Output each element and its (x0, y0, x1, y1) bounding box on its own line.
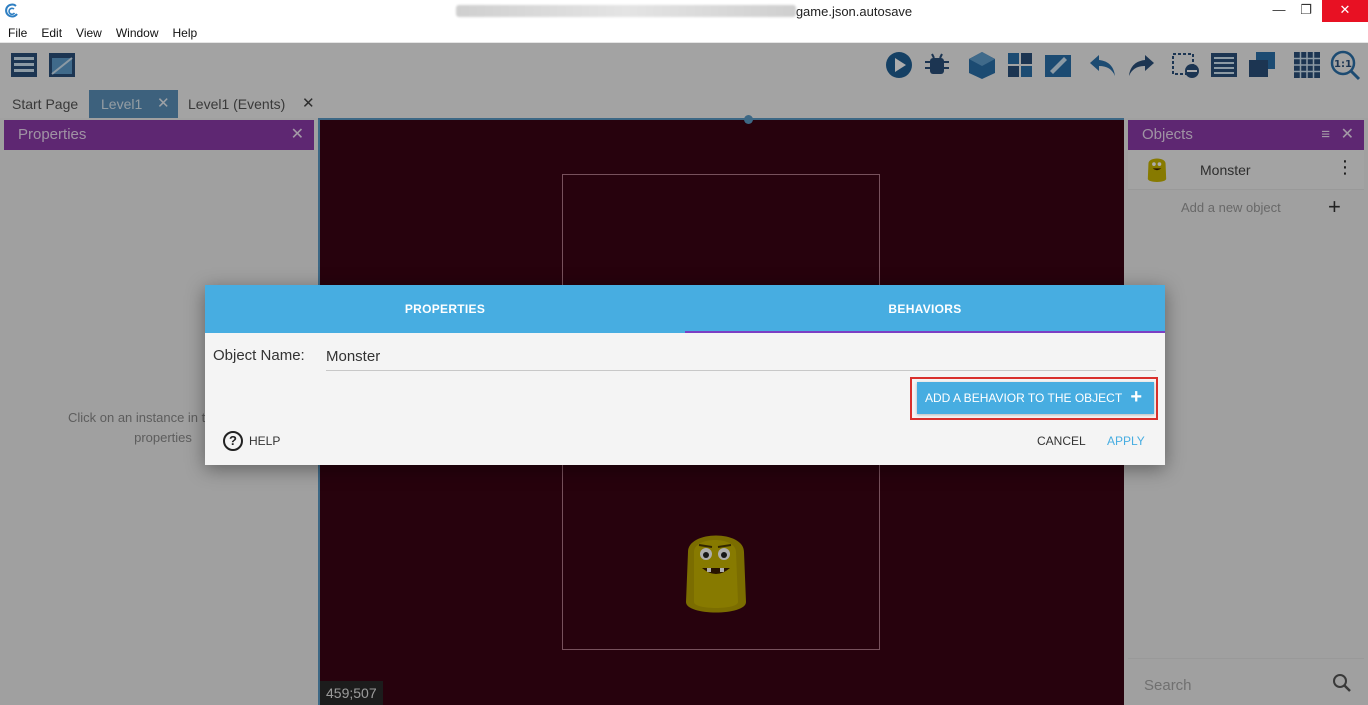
add-behavior-button[interactable]: ADD A BEHAVIOR TO THE OBJECT + (917, 382, 1154, 414)
dialog-tabs: PROPERTIES BEHAVIORS (205, 285, 1165, 333)
menu-bar: File Edit View Window Help (0, 22, 1368, 43)
object-name-label: Object Name: (213, 347, 305, 364)
menu-help[interactable]: Help (165, 22, 204, 40)
cancel-button[interactable]: CANCEL (1037, 434, 1086, 448)
blurred-path (455, 5, 796, 17)
active-tab-indicator (685, 331, 1165, 333)
menu-edit[interactable]: Edit (33, 22, 68, 40)
title-bar: game.json.autosave — ❐ ✕ (0, 0, 1368, 22)
menu-view[interactable]: View (68, 22, 108, 40)
menu-window[interactable]: Window (108, 22, 165, 40)
menu-file[interactable]: File (0, 22, 33, 40)
window-title: game.json.autosave (0, 4, 1368, 19)
apply-button[interactable]: APPLY (1107, 434, 1145, 448)
plus-icon: + (1130, 386, 1142, 408)
tab-behaviors[interactable]: BEHAVIORS (685, 285, 1165, 333)
object-name-input[interactable] (326, 343, 1156, 371)
object-editor-dialog: PROPERTIES BEHAVIORS Object Name: ADD A … (205, 285, 1165, 465)
close-window-button[interactable]: ✕ (1322, 0, 1368, 22)
help-icon: ? (223, 431, 243, 451)
tab-properties[interactable]: PROPERTIES (205, 285, 685, 333)
